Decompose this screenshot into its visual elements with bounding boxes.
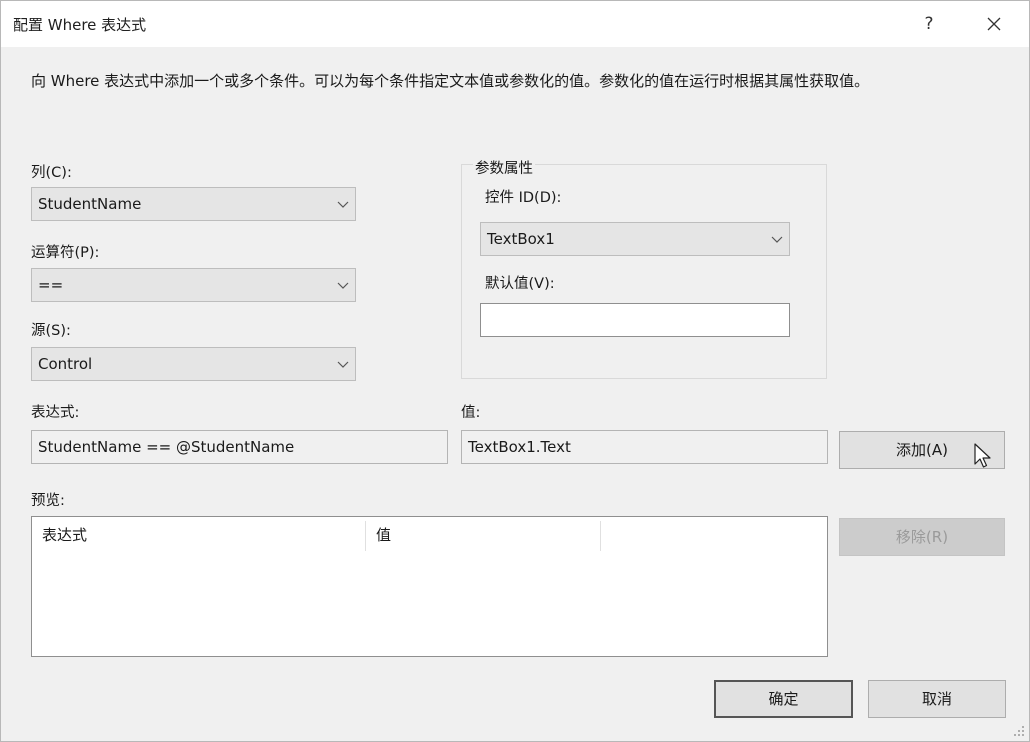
value-field[interactable]: TextBox1.Text xyxy=(461,430,828,464)
column-separator xyxy=(600,521,601,551)
close-button[interactable] xyxy=(979,10,1009,38)
default-value-label: 默认值(V): xyxy=(485,276,555,292)
chevron-down-icon xyxy=(337,361,349,368)
column-header-value[interactable]: 值 xyxy=(366,517,600,553)
preview-label: 预览: xyxy=(31,493,65,509)
help-button[interactable]: ? xyxy=(914,10,944,38)
default-value-input[interactable] xyxy=(480,303,790,337)
cancel-button[interactable]: 取消 xyxy=(868,680,1006,718)
expression-field[interactable]: StudentName == @StudentName xyxy=(31,430,448,464)
resize-grip-icon[interactable] xyxy=(1013,725,1025,737)
mouse-pointer-icon xyxy=(974,443,991,468)
control-id-label: 控件 ID(D): xyxy=(485,190,562,206)
column-label: 列(C): xyxy=(31,165,72,181)
ok-button[interactable]: 确定 xyxy=(714,680,853,718)
operator-select-value: == xyxy=(38,276,64,294)
column-header-expression[interactable]: 表达式 xyxy=(32,517,365,553)
source-label: 源(S): xyxy=(31,323,71,339)
value-label: 值: xyxy=(461,405,481,421)
chevron-down-icon xyxy=(771,236,783,243)
close-icon xyxy=(987,17,1001,31)
remove-button[interactable]: 移除(R) xyxy=(839,518,1005,556)
parameter-properties-title: 参数属性 xyxy=(473,157,535,178)
configure-where-dialog: 配置 Where 表达式 ? 向 Where 表达式中添加一个或多个条件。可以为… xyxy=(0,0,1030,742)
control-id-select[interactable]: TextBox1 xyxy=(480,222,790,256)
chevron-down-icon xyxy=(337,201,349,208)
preview-list[interactable]: 表达式 值 xyxy=(31,516,828,657)
title-bar: 配置 Where 表达式 ? xyxy=(1,1,1029,47)
operator-label: 运算符(P): xyxy=(31,245,100,261)
expression-label: 表达式: xyxy=(31,405,80,421)
column-select[interactable]: StudentName xyxy=(31,187,356,221)
source-select[interactable]: Control xyxy=(31,347,356,381)
chevron-down-icon xyxy=(337,282,349,289)
dialog-description: 向 Where 表达式中添加一个或多个条件。可以为每个条件指定文本值或参数化的值… xyxy=(31,72,870,90)
column-select-value: StudentName xyxy=(38,195,142,213)
control-id-select-value: TextBox1 xyxy=(487,230,555,248)
window-title: 配置 Where 表达式 xyxy=(13,16,147,34)
source-select-value: Control xyxy=(38,355,93,373)
operator-select[interactable]: == xyxy=(31,268,356,302)
